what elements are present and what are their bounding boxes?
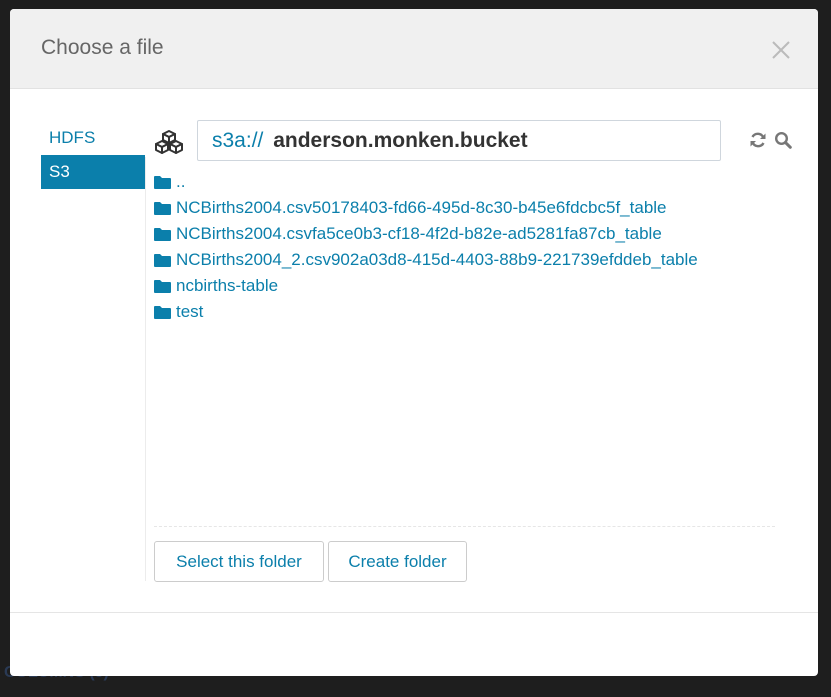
folder-icon	[154, 202, 171, 215]
close-icon[interactable]	[770, 39, 792, 61]
choose-file-dialog: Choose a file HDFS S3 s3a:// anderson.mo…	[10, 9, 818, 676]
file-name[interactable]: NCBirths2004_2.csv902a03d8-415d-4403-88b…	[176, 250, 698, 270]
cubes-icon	[154, 129, 184, 155]
path-bucket[interactable]: anderson.monken.bucket	[273, 129, 527, 152]
list-item[interactable]: NCBirths2004.csvfa5ce0b3-cf18-4f2d-b82e-…	[154, 221, 794, 247]
select-folder-button[interactable]: Select this folder	[154, 541, 324, 582]
list-item[interactable]: ncbirths-table	[154, 273, 794, 299]
path-scheme[interactable]: s3a://	[212, 129, 263, 152]
path-breadcrumb[interactable]: s3a:// anderson.monken.bucket	[197, 120, 721, 161]
nav-divider	[145, 157, 146, 581]
list-item[interactable]: ..	[154, 169, 794, 195]
dialog-title: Choose a file	[41, 36, 164, 59]
list-divider	[154, 526, 775, 527]
create-folder-button[interactable]: Create folder	[328, 541, 467, 582]
file-name[interactable]: ncbirths-table	[176, 276, 278, 296]
nav-item-s3[interactable]: S3	[41, 155, 145, 189]
list-item[interactable]: NCBirths2004_2.csv902a03d8-415d-4403-88b…	[154, 247, 794, 273]
list-item[interactable]: test	[154, 299, 794, 325]
list-item[interactable]: NCBirths2004.csv50178403-fd66-495d-8c30-…	[154, 195, 794, 221]
nav-item-hdfs[interactable]: HDFS	[41, 121, 145, 155]
dialog-footer-divider	[10, 612, 818, 613]
folder-icon	[154, 228, 171, 241]
search-icon[interactable]	[774, 131, 792, 149]
folder-icon	[154, 306, 171, 319]
filesystem-nav: HDFS S3	[41, 121, 145, 189]
file-name[interactable]: NCBirths2004.csvfa5ce0b3-cf18-4f2d-b82e-…	[176, 224, 662, 244]
folder-icon	[154, 280, 171, 293]
folder-icon	[154, 176, 171, 189]
file-name[interactable]: NCBirths2004.csv50178403-fd66-495d-8c30-…	[176, 198, 667, 218]
file-name[interactable]: ..	[176, 172, 185, 192]
file-list: .. NCBirths2004.csv50178403-fd66-495d-8c…	[154, 169, 794, 325]
folder-icon	[154, 254, 171, 267]
file-name[interactable]: test	[176, 302, 203, 322]
dialog-header: Choose a file	[10, 9, 818, 89]
refresh-icon[interactable]	[749, 131, 767, 149]
